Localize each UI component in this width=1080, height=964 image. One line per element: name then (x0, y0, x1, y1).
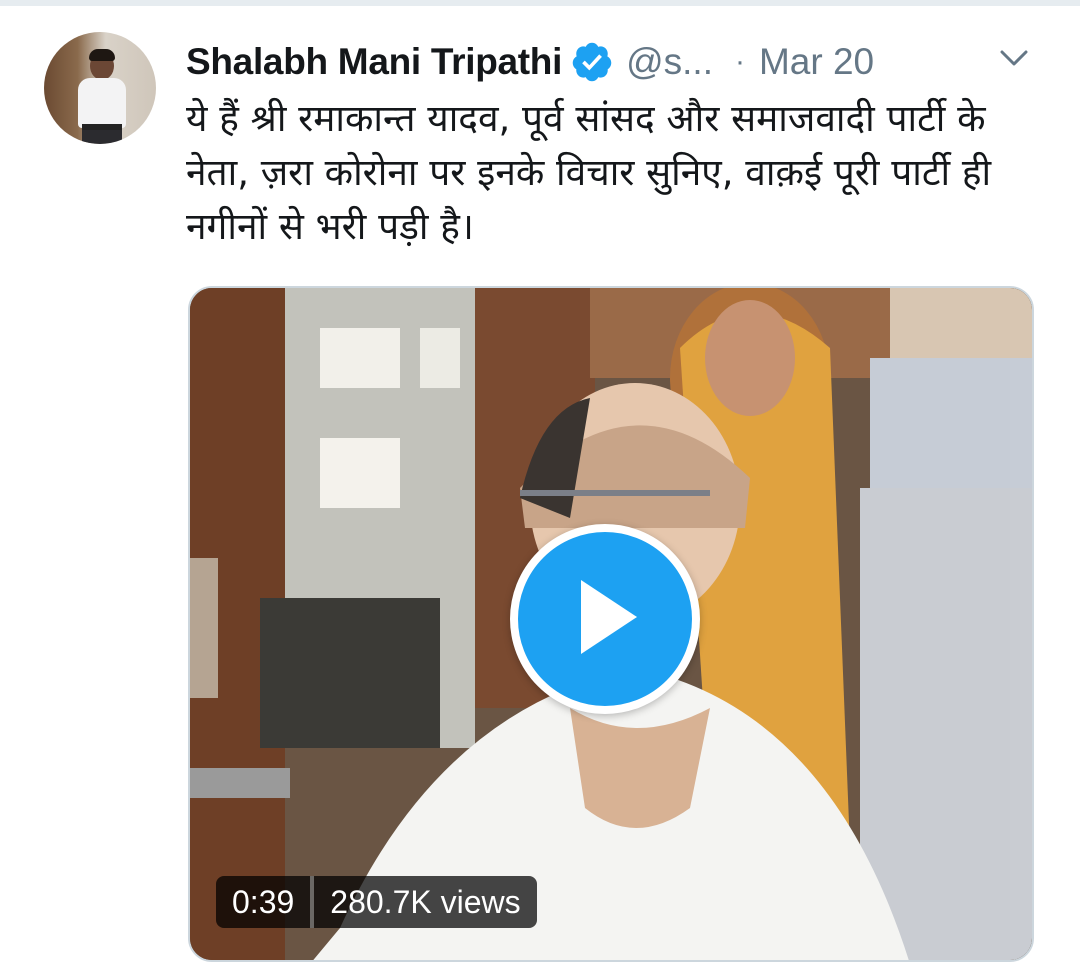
avatar[interactable] (44, 32, 156, 144)
video-meta-badge: 0:39 280.7K views (216, 876, 537, 928)
author-display-name[interactable]: Shalabh Mani Tripathi (186, 41, 562, 83)
video-duration: 0:39 (232, 883, 295, 920)
play-icon (565, 572, 645, 666)
chevron-down-icon (999, 48, 1029, 72)
video-view-count: 280.7K views (330, 883, 521, 920)
tweet-card[interactable]: Shalabh Mani Tripathi @s... · Mar 20 ये … (0, 6, 1080, 964)
author-handle[interactable]: @s... (626, 41, 713, 83)
avatar-shirt (78, 78, 126, 128)
video-player[interactable]: 0:39 280.7K views (188, 286, 1034, 962)
play-button[interactable] (510, 524, 700, 714)
tweet-text: ये हैं श्री रमाकान्त यादव, पूर्व सांसद औ… (186, 97, 992, 248)
avatar-pants (82, 130, 122, 144)
header-separator: · (734, 45, 745, 78)
tweet-date[interactable]: Mar 20 (759, 41, 874, 83)
verified-badge-icon (570, 40, 614, 84)
tweet-header: Shalabh Mani Tripathi @s... · Mar 20 (186, 36, 1046, 88)
avatar-hair (89, 49, 115, 61)
tweet-menu-button[interactable] (990, 40, 1038, 80)
